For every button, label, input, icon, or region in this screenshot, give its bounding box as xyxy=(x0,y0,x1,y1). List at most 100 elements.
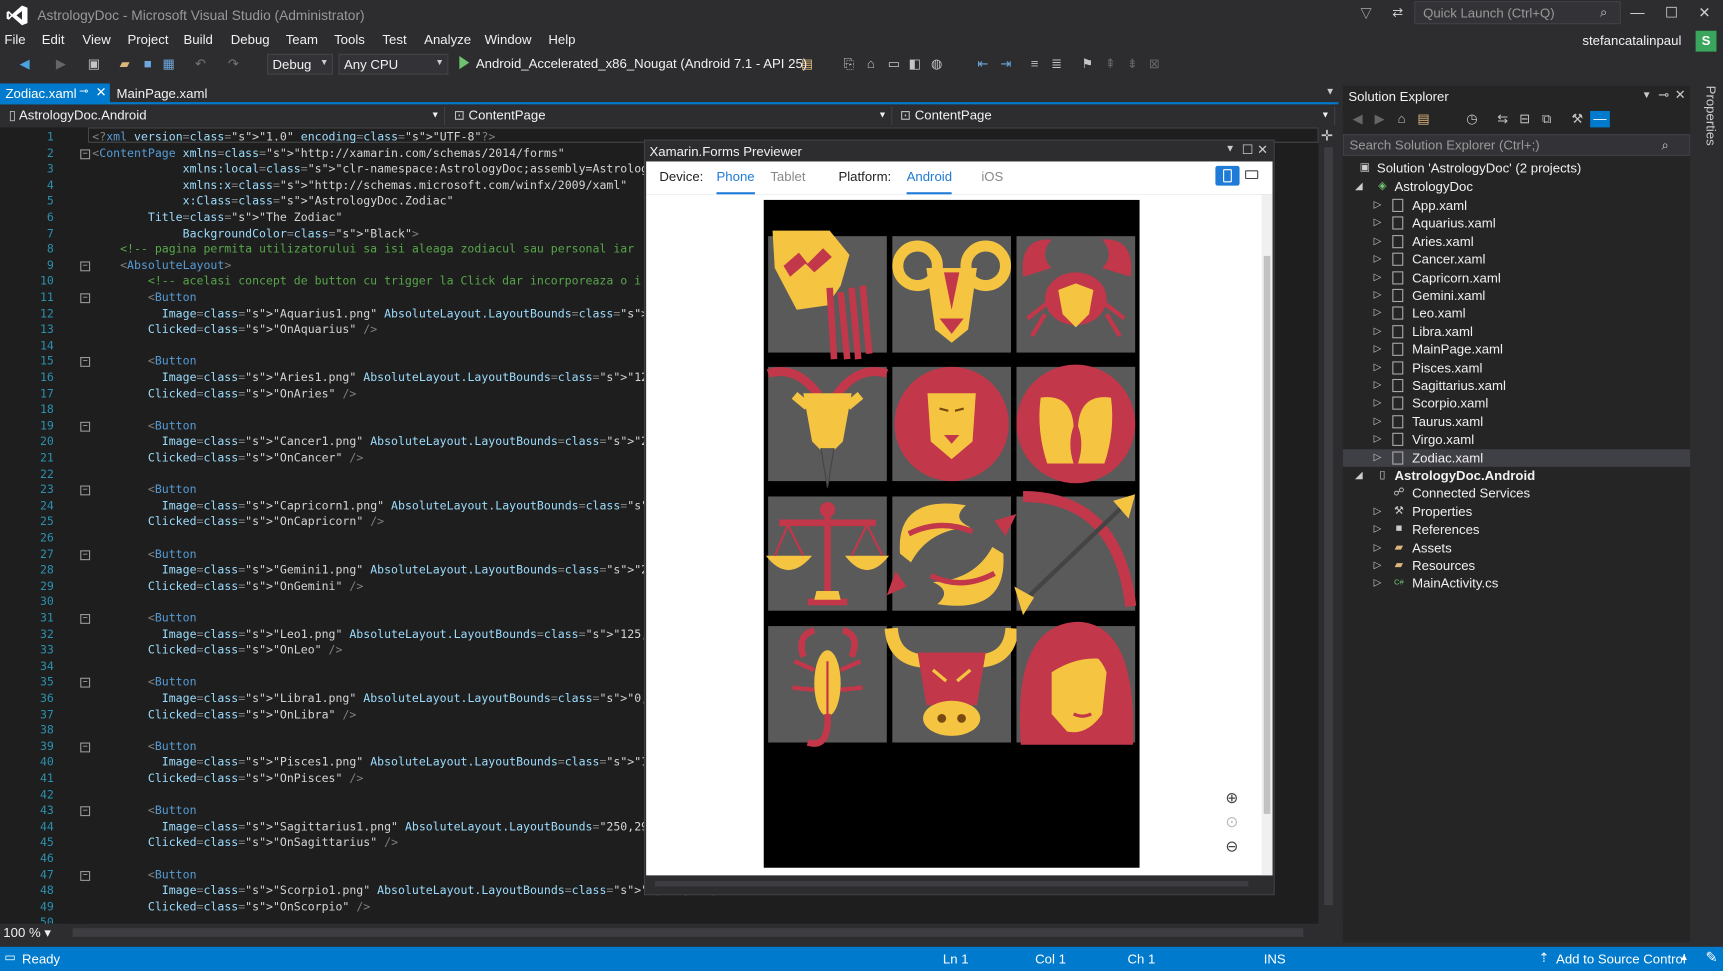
tree-file[interactable]: ▷ Scorpio.xaml xyxy=(1343,395,1690,413)
expand-icon[interactable]: ▷ xyxy=(1374,361,1382,373)
device-phone-tab[interactable]: Phone xyxy=(716,169,755,195)
tree-android-item[interactable]: ▷ ▰ Assets xyxy=(1343,539,1690,557)
chevron-down-icon[interactable]: ▼ xyxy=(1225,143,1235,154)
collapse-all-icon[interactable]: ⊟ xyxy=(1516,111,1532,127)
pin-icon[interactable]: ⊸ xyxy=(1658,87,1669,102)
expand-icon[interactable]: ▷ xyxy=(1374,541,1382,553)
expand-icon[interactable]: ▷ xyxy=(1374,217,1382,229)
close-icon[interactable]: ✕ xyxy=(1257,142,1268,157)
collapse-icon[interactable]: − xyxy=(80,742,91,753)
forward-icon[interactable]: ▶ xyxy=(1371,111,1387,127)
preview-vertical-scrollbar[interactable] xyxy=(1261,194,1273,876)
tree-android-item[interactable]: ▷ ▰ Resources xyxy=(1343,557,1690,575)
expand-icon[interactable]: ▷ xyxy=(1374,415,1382,427)
tree-file[interactable]: ▷ App.xaml xyxy=(1343,197,1690,215)
tree-file[interactable]: ▷ Cancer.xaml xyxy=(1343,251,1690,269)
expand-icon[interactable]: ▷ xyxy=(1374,379,1382,391)
libra-tile[interactable] xyxy=(765,496,890,611)
save-icon[interactable]: ■ xyxy=(140,56,156,72)
tree-android-item[interactable]: ▷ C# MainActivity.cs xyxy=(1343,575,1690,593)
tree-file[interactable]: ▷ Taurus.xaml xyxy=(1343,413,1690,431)
tab-zodiac[interactable]: Zodiac.xaml ⊸ ✕ xyxy=(0,83,110,105)
tree-android-item[interactable]: ☍ Connected Services xyxy=(1343,485,1690,503)
avatar[interactable]: S xyxy=(1695,30,1717,52)
split-icon[interactable]: ✛ xyxy=(1321,127,1333,145)
expand-icon[interactable]: ▷ xyxy=(1374,433,1382,445)
show-all-files-icon[interactable]: ⧉ xyxy=(1538,111,1554,127)
aquarius-tile[interactable] xyxy=(768,230,887,360)
properties-wrench-icon[interactable]: ⚒ xyxy=(1569,111,1585,127)
add-to-source-control-button[interactable]: Add to Source Control xyxy=(1556,951,1686,966)
expanded-icon[interactable]: ◢ xyxy=(1355,180,1363,192)
tree-android-item[interactable]: ▷ ■ References xyxy=(1343,521,1690,539)
platform-select[interactable]: Any CPU ▼ xyxy=(338,53,449,75)
configuration-select[interactable]: Debug ▼ xyxy=(267,53,333,75)
leo-tile[interactable] xyxy=(892,366,1011,482)
landscape-icon[interactable] xyxy=(1245,170,1259,180)
collapse-icon[interactable]: − xyxy=(80,549,91,560)
tree-android-item[interactable]: ▷ ⚒ Properties xyxy=(1343,503,1690,521)
user-name[interactable]: stefancatalinpaul xyxy=(1582,33,1681,48)
quick-launch-input[interactable]: Quick Launch (Ctrl+Q) xyxy=(1414,1,1621,25)
minimize-button[interactable]: — xyxy=(1625,3,1649,23)
close-icon[interactable]: ✕ xyxy=(1675,87,1686,102)
tree-project-android[interactable]: ◢ ▯ AstrologyDoc.Android xyxy=(1343,467,1690,485)
tree-solution[interactable]: ▣ Solution 'AstrologyDoc' (2 projects) xyxy=(1343,159,1690,177)
filter-icon[interactable]: ▽ xyxy=(1360,4,1371,22)
zoom-reset-icon[interactable]: ⊙ xyxy=(1222,812,1242,832)
tree-file[interactable]: ▷ Aries.xaml xyxy=(1343,233,1690,251)
indent-icon[interactable]: ⇤ xyxy=(975,56,991,72)
collapse-icon[interactable]: − xyxy=(80,485,91,496)
prev-bookmark-icon[interactable]: ⇞ xyxy=(1102,56,1118,72)
menu-debug[interactable]: Debug xyxy=(231,32,270,47)
next-bookmark-icon[interactable]: ⇟ xyxy=(1124,56,1140,72)
expand-icon[interactable]: ▷ xyxy=(1374,451,1382,463)
collapse-icon[interactable]: − xyxy=(80,293,91,304)
chevron-down-icon[interactable]: ▼ xyxy=(1325,86,1335,97)
expand-icon[interactable]: ▷ xyxy=(1374,397,1382,409)
outdent-icon[interactable]: ⇥ xyxy=(998,56,1014,72)
expand-icon[interactable]: ▷ xyxy=(1374,253,1382,265)
menu-analyze[interactable]: Analyze xyxy=(424,32,471,47)
scope-select-2[interactable]: ⊡ ContentPage ▼ xyxy=(896,106,1336,126)
scrollbar-thumb[interactable] xyxy=(1263,255,1271,814)
run-icon[interactable] xyxy=(459,56,470,70)
expand-icon[interactable]: ▷ xyxy=(1374,505,1382,517)
expanded-icon[interactable]: ◢ xyxy=(1355,469,1363,481)
new-project-icon[interactable]: ▣ xyxy=(86,56,102,72)
tree-file[interactable]: ▷ Capricorn.xaml xyxy=(1343,269,1690,287)
menu-help[interactable]: Help xyxy=(548,32,575,47)
expand-icon[interactable]: ▷ xyxy=(1374,289,1382,301)
collapse-icon[interactable]: − xyxy=(80,148,91,159)
properties-tab[interactable]: Properties xyxy=(1695,86,1718,185)
save-all-icon[interactable]: ▦ xyxy=(160,56,176,72)
taurus-tile[interactable] xyxy=(884,626,1019,743)
search-icon[interactable]: ⌕ xyxy=(1600,4,1607,20)
tree-file[interactable]: ▷ Zodiac.xaml xyxy=(1342,448,1691,467)
tree-file[interactable]: ▷ Libra.xaml xyxy=(1343,323,1690,341)
editor-horizontal-scrollbar[interactable] xyxy=(72,928,1304,937)
device-tablet-tab[interactable]: Tablet xyxy=(770,169,805,184)
aries-tile[interactable] xyxy=(892,236,1011,353)
portrait-button[interactable] xyxy=(1215,165,1240,186)
collapse-icon[interactable]: − xyxy=(80,357,91,368)
collapse-icon[interactable]: − xyxy=(80,261,91,272)
back-icon[interactable]: ◀ xyxy=(1349,111,1365,127)
menu-project[interactable]: Project xyxy=(127,32,168,47)
chevron-up-icon[interactable]: ▲ xyxy=(1679,951,1689,962)
expand-icon[interactable]: ▷ xyxy=(1374,577,1382,589)
device-icon[interactable]: ⌂ xyxy=(863,56,879,72)
expand-icon[interactable]: ▷ xyxy=(1374,307,1382,319)
editor-vertical-scrollbar[interactable]: ✛ xyxy=(1318,127,1339,924)
feedback-icon[interactable]: ⇄ xyxy=(1392,4,1403,19)
virgo-tile[interactable] xyxy=(1016,621,1136,745)
menu-window[interactable]: Window xyxy=(485,32,532,47)
tree-project-astrologydoc[interactable]: ◢ ◈ AstrologyDoc xyxy=(1343,178,1690,196)
menu-test[interactable]: Test xyxy=(382,32,406,47)
clear-bookmarks-icon[interactable]: ⊠ xyxy=(1146,56,1162,72)
close-button[interactable]: ✕ xyxy=(1692,3,1716,23)
editor-zoom[interactable]: 100 % ▾ xyxy=(0,923,66,942)
menu-team[interactable]: Team xyxy=(286,32,318,47)
sync-icon[interactable]: ⇆ xyxy=(1495,111,1511,127)
pin-icon[interactable]: ⊸ xyxy=(79,86,88,98)
